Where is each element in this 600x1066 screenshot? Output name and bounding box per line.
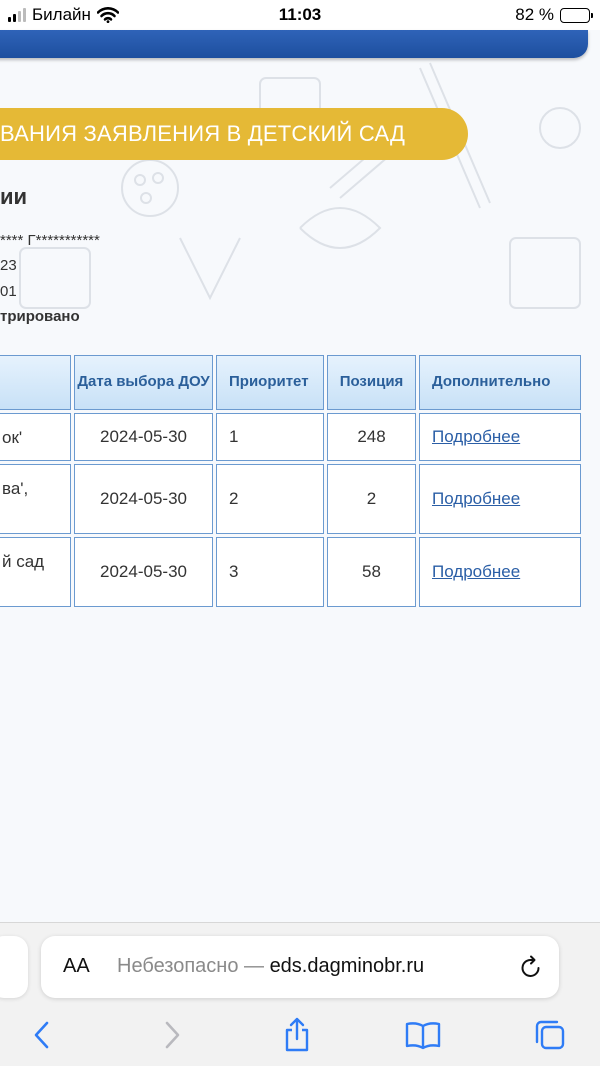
background-doodles-icon [19,62,581,309]
previous-tab-preview[interactable] [0,936,28,998]
forward-icon [165,1021,180,1049]
battery-group: 82 % [515,5,593,25]
reader-settings-button[interactable]: AA [63,955,90,978]
kindergarten-name: й сад [2,552,45,571]
insecure-label: Небезопасно — [117,955,270,977]
reload-icon[interactable] [519,954,543,980]
table-header-row: Дата выбора ДОУ Приоритет Позиция Дополн… [0,355,581,410]
priority-value: 3 [216,537,324,607]
table-row: ва', 2024-05-30 2 2 Подробнее [0,464,581,534]
section-title: ии [0,184,28,209]
choice-date: 2024-05-30 [74,537,213,607]
status-bar: Билайн 11:03 82 % [0,0,600,30]
priority-value: 1 [216,413,324,461]
info-value-2: 01 [0,283,17,300]
info-value-1: 23 [0,257,17,274]
table-row: ок' 2024-05-30 1 248 Подробнее [0,413,581,461]
choice-date: 2024-05-30 [74,464,213,534]
header-name [0,355,71,410]
browser-bottom-toolbar [0,1010,600,1060]
kindergarten-name: ок' [2,428,23,447]
banner-title: ВАНИЯ ЗАЯВЛЕНИЯ В ДЕТСКИЙ САД [0,121,406,146]
details-link[interactable]: Подробнее [432,427,520,446]
position-value: 2 [327,464,416,534]
details-link[interactable]: Подробнее [432,562,520,581]
tabs-button[interactable] [525,1010,575,1060]
back-button[interactable] [17,1010,67,1060]
header-position: Позиция [327,355,416,410]
kindergarten-name: ва', [2,479,29,498]
position-value: 248 [327,413,416,461]
url-domain: eds.dagminobr.ru [269,955,425,977]
address-bar[interactable]: AA Небезопасно — eds.dagminobr.ru [41,936,559,998]
share-icon [285,1017,309,1052]
share-button[interactable] [272,1010,322,1060]
header-details: Дополнительно [419,355,581,410]
application-status: трировано [0,308,80,325]
kindergarten-choices-table: Дата выбора ДОУ Приоритет Позиция Дополн… [0,352,584,610]
header-priority: Приоритет [216,355,324,410]
tabs-icon [535,1020,565,1050]
site-header-bar [0,30,588,58]
url-display[interactable]: Небезопасно — eds.dagminobr.ru [117,955,424,978]
bookmarks-button[interactable] [398,1010,448,1060]
header-date: Дата выбора ДОУ [74,355,213,410]
battery-icon [560,7,593,23]
priority-value: 2 [216,464,324,534]
choice-date: 2024-05-30 [74,413,213,461]
battery-percent: 82 % [515,5,554,24]
table-row: й сад 2024-05-30 3 58 Подробнее [0,537,581,607]
details-link[interactable]: Подробнее [432,489,520,508]
forward-button[interactable] [147,1010,197,1060]
back-icon [34,1021,49,1049]
page-banner: ВАНИЯ ЗАЯВЛЕНИЯ В ДЕТСКИЙ САД [0,108,468,160]
applicant-name: **** Г*********** [0,232,100,249]
status-time: 11:03 [278,5,322,24]
bookmarks-icon [405,1022,441,1050]
position-value: 58 [327,537,416,607]
